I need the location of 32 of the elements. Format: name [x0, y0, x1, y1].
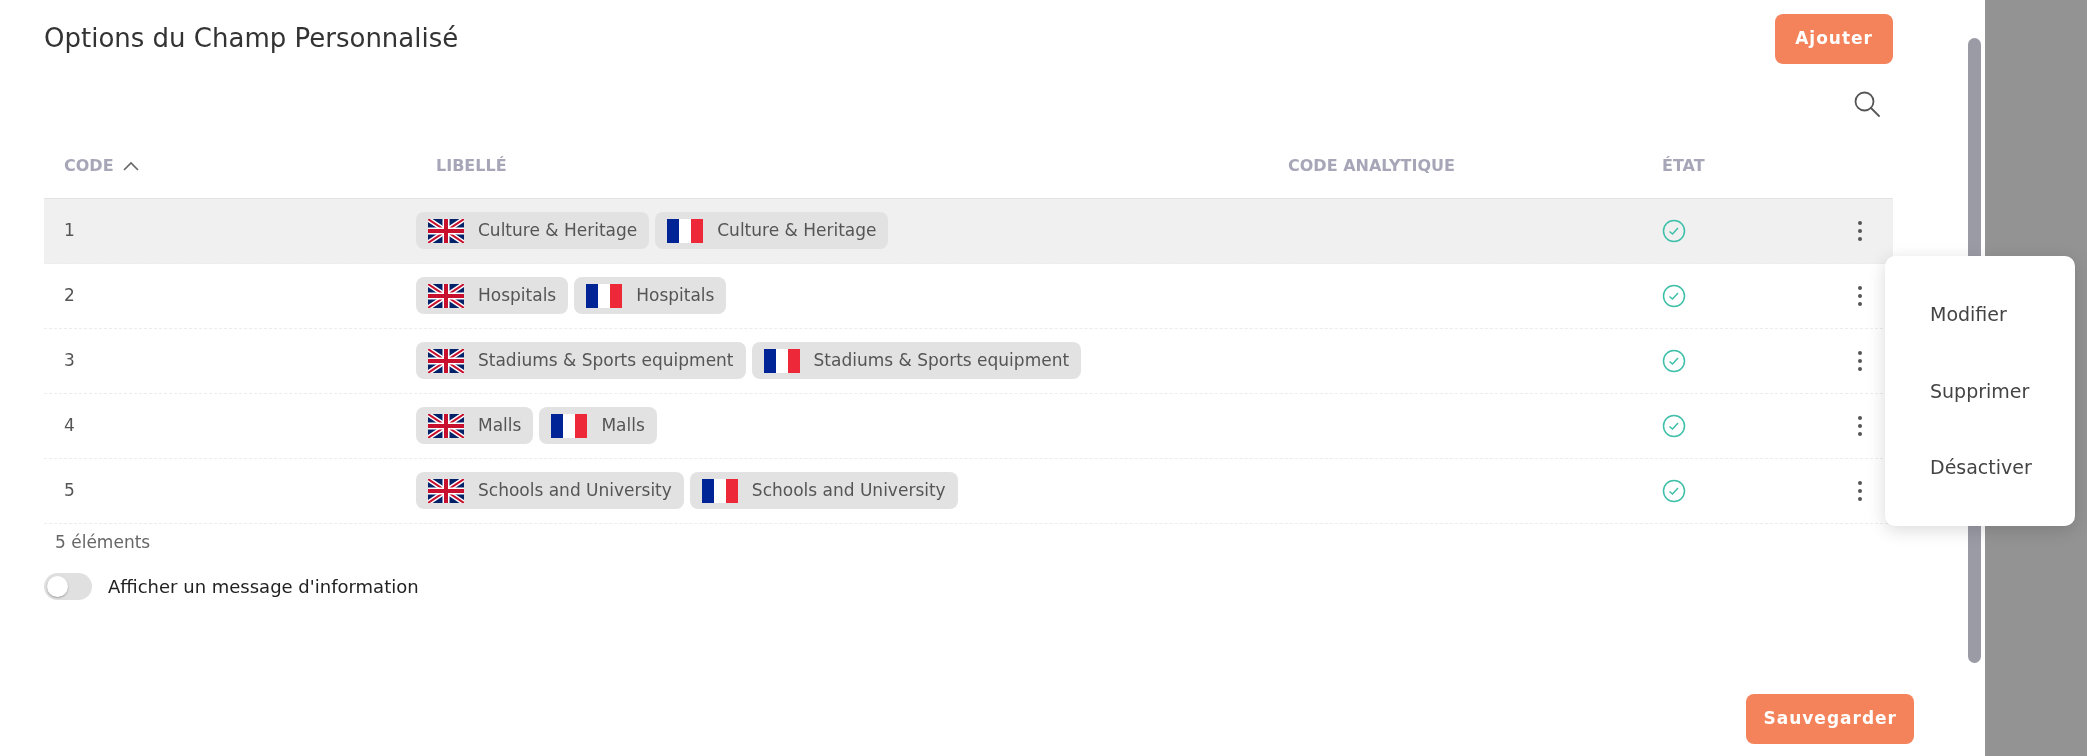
toggle-label: Afficher un message d'information — [108, 575, 419, 599]
language-tag: Culture & Heritage — [416, 211, 650, 250]
table-row[interactable]: 1 Culture & Heritage Culture & Heritage — [44, 198, 1893, 264]
language-tag: Malls — [416, 406, 534, 445]
language-tag: Schools and University — [416, 471, 684, 510]
table-cell-text: 4 — [63, 414, 75, 435]
more-options-icon[interactable] — [1857, 414, 1863, 437]
dialog-title: Options du Champ Personnalisé — [44, 23, 459, 55]
item-count: 5 éléments — [54, 530, 151, 554]
language-tag: Hospitals — [416, 276, 569, 315]
more-options-icon[interactable] — [1857, 284, 1863, 307]
language-tag: Schools and University — [689, 471, 958, 510]
toggle-switch[interactable] — [44, 573, 92, 600]
more-options-icon[interactable] — [1857, 479, 1863, 502]
table-row[interactable]: 4 Malls Malls — [44, 393, 1893, 459]
table-cell-text: 1 — [63, 219, 75, 240]
language-tag: Culture & Heritage — [655, 211, 889, 250]
column-header: LIBELLÉ — [435, 154, 507, 177]
table-cell-text: 5 — [63, 479, 75, 500]
more-options-icon[interactable] — [1857, 349, 1863, 372]
language-tag: Stadiums & Sports equipment — [751, 341, 1082, 380]
column-header: ÉTAT — [1661, 154, 1705, 177]
table-cell-text: 2 — [63, 284, 75, 305]
column-header: CODE ANALYTIQUE — [1287, 154, 1455, 177]
language-tag: Hospitals — [574, 276, 727, 315]
table-row[interactable]: 5 Schools and University Schools and University — [44, 458, 1893, 524]
table-cell-text: 3 — [63, 349, 75, 370]
more-options-icon[interactable] — [1857, 219, 1863, 242]
search-icon[interactable] — [1853, 89, 1881, 118]
table-row[interactable]: 3 Stadiums & Sports equipment Stadiums & Sports equipment — [44, 328, 1893, 394]
language-tag: Malls — [539, 406, 657, 445]
language-tag: Stadiums & Sports equipment — [416, 341, 746, 380]
